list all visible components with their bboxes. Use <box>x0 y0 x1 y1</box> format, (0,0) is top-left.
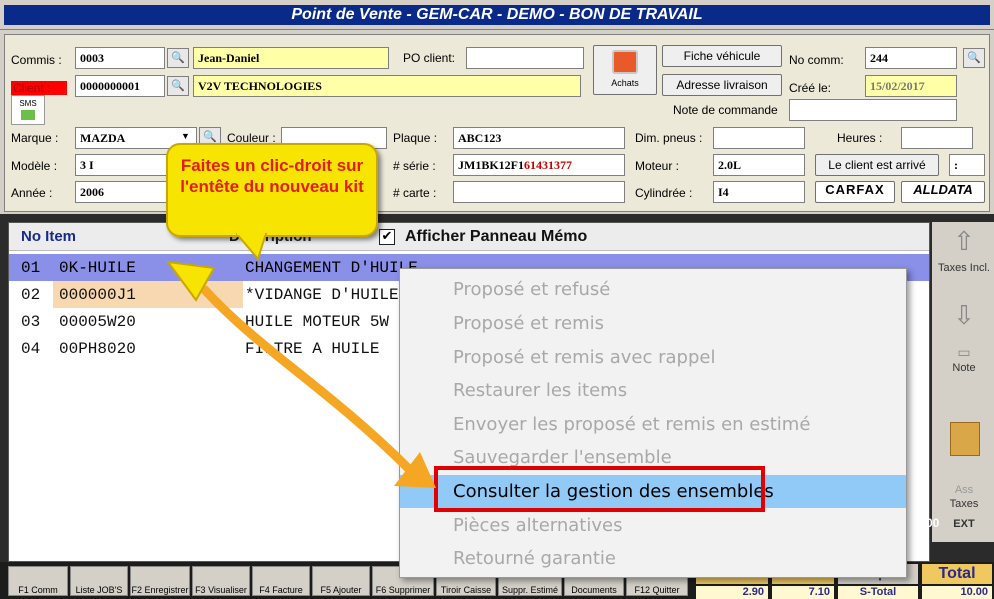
app-window: Point de Vente - GEM-CAR - DEMO - BON DE… <box>0 0 994 599</box>
instruction-callout: Faites un clic-droit sur l'entête du nou… <box>166 143 378 237</box>
annotation-arrow <box>165 260 436 488</box>
callout-tail <box>236 233 268 262</box>
